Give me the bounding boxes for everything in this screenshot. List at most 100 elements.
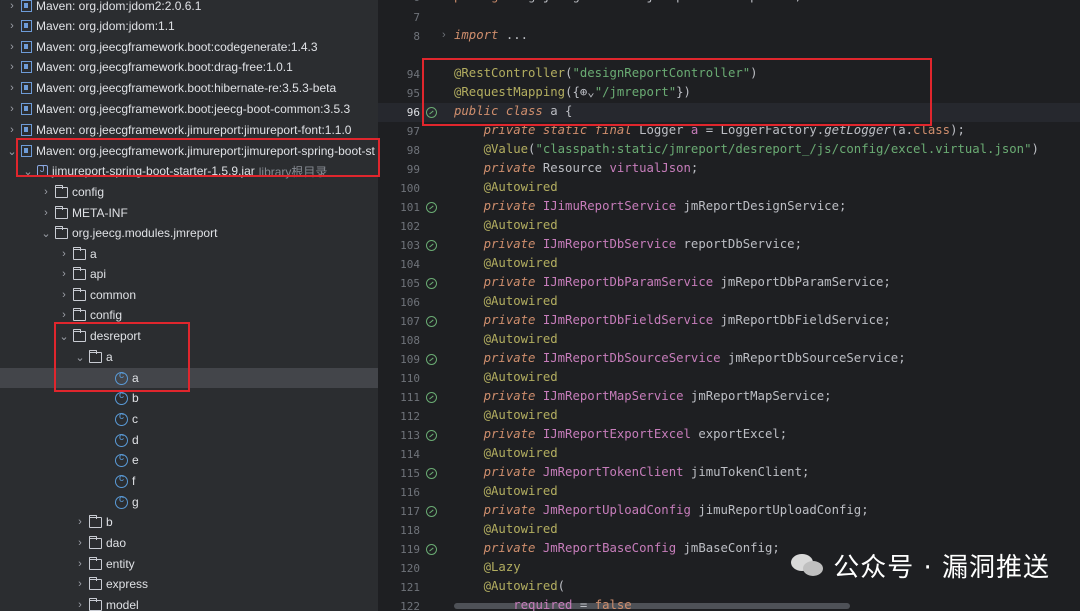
collapse-arrow-icon[interactable]: › [58,309,70,321]
spring-bean-icon[interactable] [426,468,437,479]
tree-item-folder[interactable]: ⌄ desreport [0,326,378,346]
code-line[interactable]: @Autowired [454,294,558,308]
tree-item-folder[interactable]: ⌄ a [0,347,378,367]
code-line[interactable]: @Autowired [454,180,558,194]
expand-arrow-icon[interactable]: ⌄ [40,227,52,240]
expand-arrow-icon[interactable]: ⌄ [58,330,70,343]
code-token: package [454,0,513,3]
spring-bean-icon[interactable] [426,240,437,251]
collapse-arrow-icon[interactable]: › [6,82,18,94]
tree-item-library[interactable]: › Maven: org.jeecgframework.jimureport:ji… [0,120,378,140]
spring-bean-icon[interactable] [426,316,437,327]
code-line[interactable]: private Resource virtualJson; [454,161,699,175]
collapse-arrow-icon[interactable]: › [58,268,70,280]
tree-item-library[interactable]: › Maven: org.jeecgframework.boot:jeecg-bo… [0,99,378,119]
collapse-arrow-icon[interactable]: › [74,578,86,590]
code-line[interactable]: private IJmReportMapService jmReportMapS… [454,389,832,403]
tree-item-library[interactable]: › Maven: org.jeecgframework.boot:drag-fre… [0,57,378,77]
code-line[interactable]: import ... [454,28,528,42]
tree-item-folder[interactable]: › b [0,512,378,532]
collapse-arrow-icon[interactable]: › [58,289,70,301]
code-line[interactable]: @Autowired [454,256,558,270]
collapse-arrow-icon[interactable]: › [6,0,18,12]
tree-item-folder[interactable]: › entity [0,554,378,574]
tree-item-class[interactable]: a [0,368,378,388]
tree-item-library[interactable]: ⌄ jimureport-spring-boot-starter-1.5.9.ja… [0,161,378,181]
collapse-arrow-icon[interactable]: › [40,186,52,198]
code-line[interactable]: package org.jeecg.modules.jmreport.desre… [454,0,802,3]
expand-arrow-icon[interactable]: ⌄ [6,145,18,158]
collapse-arrow-icon[interactable]: › [74,537,86,549]
tree-item-folder[interactable]: › a [0,244,378,264]
tree-item-folder[interactable]: › model [0,595,378,611]
code-line[interactable]: required = false [454,598,631,611]
tree-item-folder[interactable]: › api [0,264,378,284]
collapse-arrow-icon[interactable]: › [6,103,18,115]
code-editor[interactable]: 6 package org.jeecg.modules.jmreport.desr… [378,0,1080,611]
collapse-arrow-icon[interactable]: › [74,599,86,611]
tree-item-folder[interactable]: › common [0,285,378,305]
code-line[interactable]: @Autowired [454,408,558,422]
collapse-arrow-icon[interactable]: › [74,516,86,528]
code-line[interactable]: private IJmReportDbService reportDbServi… [454,237,802,251]
code-line[interactable]: private IJimuReportService jmReportDesig… [454,199,847,213]
collapse-arrow-icon[interactable]: › [6,124,18,136]
code-line[interactable]: private static final Logger a = LoggerFa… [454,123,965,137]
code-line[interactable]: public class a { [454,104,572,118]
collapse-arrow-icon[interactable]: › [6,41,18,53]
code-line[interactable]: private IJmReportExportExcel exportExcel… [454,427,788,441]
code-line[interactable]: private IJmReportDbParamService jmReport… [454,275,891,289]
tree-item-class[interactable]: f [0,471,378,491]
code-line[interactable]: @Autowired( [454,579,565,593]
tree-item-folder[interactable]: ⌄ org.jeecg.modules.jmreport [0,223,378,243]
spring-bean-icon[interactable] [426,202,437,213]
fold-arrow-icon[interactable]: › [442,29,446,41]
tree-item-library[interactable]: › Maven: org.jdom:jdom2:2.0.6.1 [0,0,378,16]
spring-bean-icon[interactable] [426,107,437,118]
code-line[interactable]: private JmReportTokenClient jimuTokenCli… [454,465,810,479]
spring-bean-icon[interactable] [426,544,437,555]
spring-bean-icon[interactable] [426,506,437,517]
tree-item-library[interactable]: ⌄ Maven: org.jeecgframework.jimureport:ji… [0,141,378,161]
tree-item-library[interactable]: › Maven: org.jeecgframework.boot:codegene… [0,37,378,57]
code-line[interactable]: @Autowired [454,446,558,460]
tree-item-folder[interactable]: › META-INF [0,203,378,223]
tree-item-class[interactable]: d [0,430,378,450]
collapse-arrow-icon[interactable]: › [40,207,52,219]
collapse-arrow-icon[interactable]: › [6,61,18,73]
code-line[interactable]: private JmReportUploadConfig jimuReportU… [454,503,869,517]
collapse-arrow-icon[interactable]: › [58,248,70,260]
code-line[interactable]: @Autowired [454,522,558,536]
tree-item-library[interactable]: › Maven: org.jeecgframework.boot:hibernat… [0,78,378,98]
code-line[interactable]: @Autowired [454,332,558,346]
code-line[interactable]: private JmReportBaseConfig jmBaseConfig; [454,541,780,555]
tree-item-class[interactable]: e [0,450,378,470]
tree-item-folder[interactable]: › dao [0,533,378,553]
code-line[interactable]: @Lazy [454,560,521,574]
collapse-arrow-icon[interactable]: › [6,20,18,32]
spring-bean-icon[interactable] [426,392,437,403]
wechat-icon [791,552,825,580]
spring-bean-icon[interactable] [426,430,437,441]
code-line[interactable]: @RestController("designReportController"… [454,66,758,80]
tree-item-folder[interactable]: › config [0,182,378,202]
spring-bean-icon[interactable] [426,354,437,365]
code-line[interactable]: @Autowired [454,370,558,384]
code-line[interactable]: @Value("classpath:static/jmreport/desrep… [454,142,1039,156]
code-line[interactable]: @Autowired [454,484,558,498]
expand-arrow-icon[interactable]: ⌄ [74,351,86,364]
code-line[interactable]: private IJmReportDbSourceService jmRepor… [454,351,906,365]
tree-item-class[interactable]: c [0,409,378,429]
tree-item-class[interactable]: g [0,492,378,512]
code-line[interactable]: @RequestMapping({⊕⌄"/jmreport"}) [454,85,691,99]
tree-item-library[interactable]: › Maven: org.jdom:jdom:1.1 [0,16,378,36]
tree-item-folder[interactable]: › config [0,305,378,325]
code-line[interactable]: private IJmReportDbFieldService jmReport… [454,313,891,327]
collapse-arrow-icon[interactable]: › [74,558,86,570]
spring-bean-icon[interactable] [426,278,437,289]
tree-item-class[interactable]: b [0,388,378,408]
expand-arrow-icon[interactable]: ⌄ [22,165,34,178]
tree-item-folder[interactable]: › express [0,574,378,594]
code-line[interactable]: @Autowired [454,218,558,232]
